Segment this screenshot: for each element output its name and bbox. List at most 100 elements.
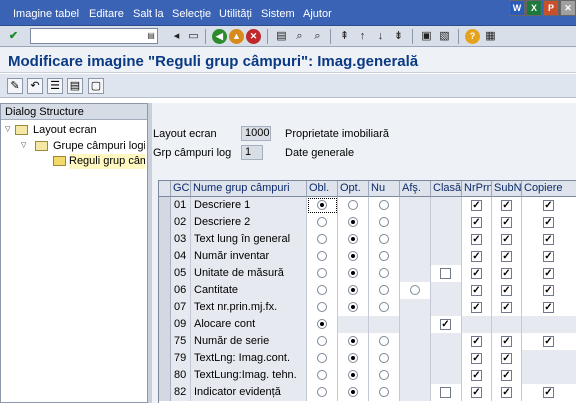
close-icon[interactable]: ✕: [560, 0, 576, 16]
obl-radio[interactable]: [317, 217, 327, 227]
column-name-header[interactable]: Nume grup câmpuri: [191, 181, 307, 197]
obl-radio[interactable]: [317, 319, 327, 329]
powerpoint-icon[interactable]: P: [543, 0, 559, 16]
row-selector[interactable]: [159, 333, 171, 350]
nu-radio[interactable]: [379, 251, 389, 261]
subnr-checkbox[interactable]: ✓: [501, 302, 512, 313]
obl-radio[interactable]: [317, 285, 327, 295]
menu-sistem[interactable]: Sistem: [261, 8, 295, 20]
opt-radio[interactable]: [348, 285, 358, 295]
nrprn-checkbox[interactable]: ✓: [471, 217, 482, 228]
tree-item-layout-ecran[interactable]: ▽ Layout ecran: [5, 123, 145, 138]
command-history-icon[interactable]: ▤: [146, 30, 156, 42]
layout-settings-icon[interactable]: ▦: [483, 29, 498, 44]
back-icon[interactable]: ◀: [212, 29, 227, 44]
next-page-icon[interactable]: ↓: [373, 29, 388, 44]
subnr-checkbox[interactable]: ✓: [501, 336, 512, 347]
obl-radio[interactable]: [317, 234, 327, 244]
clasa-checkbox[interactable]: ✓: [440, 319, 451, 330]
save-icon[interactable]: ▭: [186, 29, 201, 44]
obl-radio[interactable]: [317, 251, 327, 261]
copiere-checkbox[interactable]: ✓: [543, 387, 554, 398]
subnr-checkbox[interactable]: ✓: [501, 387, 512, 398]
menu-ajutor[interactable]: Ajutor: [303, 8, 332, 20]
column-opt-header[interactable]: Opt.: [338, 181, 369, 197]
nrprn-checkbox[interactable]: ✓: [471, 234, 482, 245]
copiere-checkbox[interactable]: ✓: [543, 217, 554, 228]
obl-radio[interactable]: [317, 200, 327, 210]
opt-radio[interactable]: [348, 302, 358, 312]
copiere-checkbox[interactable]: ✓: [543, 302, 554, 313]
nrprn-checkbox[interactable]: ✓: [471, 353, 482, 364]
display-change-icon[interactable]: ✎: [7, 78, 23, 94]
opt-radio[interactable]: [348, 268, 358, 278]
exit-icon[interactable]: ▲: [229, 29, 244, 44]
subnr-checkbox[interactable]: ✓: [501, 200, 512, 211]
previous-page-icon[interactable]: ↑: [355, 29, 370, 44]
nu-radio[interactable]: [379, 387, 389, 397]
row-selector[interactable]: [159, 265, 171, 282]
help-icon[interactable]: ?: [465, 29, 480, 44]
clasa-checkbox[interactable]: [440, 387, 451, 398]
menu-imagine-tabel[interactable]: Imagine tabel: [13, 8, 79, 20]
subnr-checkbox[interactable]: ✓: [501, 285, 512, 296]
obl-radio[interactable]: [317, 268, 327, 278]
row-selector[interactable]: [159, 367, 171, 384]
opt-radio[interactable]: [348, 217, 358, 227]
nrprn-checkbox[interactable]: ✓: [471, 387, 482, 398]
opt-radio[interactable]: [348, 353, 358, 363]
new-session-icon[interactable]: ▣: [419, 29, 434, 44]
column-afs-header[interactable]: Afş.: [400, 181, 431, 197]
nrprn-checkbox[interactable]: ✓: [471, 200, 482, 211]
opt-radio[interactable]: [348, 234, 358, 244]
nu-radio[interactable]: [379, 353, 389, 363]
copiere-checkbox[interactable]: ✓: [543, 336, 554, 347]
menu-utilitati[interactable]: Utilități: [219, 8, 252, 20]
subnr-checkbox[interactable]: ✓: [501, 370, 512, 381]
afs-radio[interactable]: [410, 285, 420, 295]
row-selector[interactable]: [159, 299, 171, 316]
copiere-checkbox[interactable]: ✓: [543, 200, 554, 211]
layout-ecran-field[interactable]: 1000: [241, 126, 271, 141]
collapse-icon[interactable]: ▽: [21, 142, 29, 149]
shortcut-icon[interactable]: ▧: [437, 29, 452, 44]
row-selector[interactable]: [159, 282, 171, 299]
row-selector[interactable]: [159, 316, 171, 333]
command-field[interactable]: ▤: [30, 28, 158, 44]
column-obl-header[interactable]: Obl.: [307, 181, 338, 197]
row-selector[interactable]: [159, 197, 171, 214]
excel-icon[interactable]: X: [526, 0, 542, 16]
column-nu-header[interactable]: Nu: [369, 181, 400, 197]
obl-radio[interactable]: [317, 302, 327, 312]
subnr-checkbox[interactable]: ✓: [501, 268, 512, 279]
nrprn-checkbox[interactable]: ✓: [471, 251, 482, 262]
nu-radio[interactable]: [379, 285, 389, 295]
deselect-all-icon[interactable]: ▢: [88, 78, 104, 94]
nu-radio[interactable]: [379, 268, 389, 278]
nrprn-checkbox[interactable]: ✓: [471, 268, 482, 279]
column-clasa-header[interactable]: Clasă: [431, 181, 462, 197]
collapse-icon[interactable]: ▽: [5, 126, 13, 133]
column-gc-header[interactable]: GC: [171, 181, 191, 197]
menu-editare[interactable]: Editare: [89, 8, 124, 20]
column-subnr-header[interactable]: SubNr: [492, 181, 522, 197]
print-icon[interactable]: ▤: [274, 29, 289, 44]
nrprn-checkbox[interactable]: ✓: [471, 285, 482, 296]
obl-radio[interactable]: [317, 370, 327, 380]
nrprn-checkbox[interactable]: ✓: [471, 336, 482, 347]
enter-check-icon[interactable]: ✔: [6, 29, 21, 44]
nu-radio[interactable]: [379, 217, 389, 227]
menu-salt-la[interactable]: Salt la: [133, 8, 164, 20]
nu-radio[interactable]: [379, 336, 389, 346]
row-selector[interactable]: [159, 350, 171, 367]
cancel-icon[interactable]: ✕: [246, 29, 261, 44]
last-page-icon[interactable]: ⇟: [391, 29, 406, 44]
copiere-checkbox[interactable]: ✓: [543, 285, 554, 296]
copiere-checkbox[interactable]: ✓: [543, 268, 554, 279]
row-selector[interactable]: [159, 231, 171, 248]
row-selector[interactable]: [159, 248, 171, 265]
grp-campuri-log-field[interactable]: 1: [241, 145, 263, 160]
nrprn-checkbox[interactable]: ✓: [471, 370, 482, 381]
nu-radio[interactable]: [379, 370, 389, 380]
subnr-checkbox[interactable]: ✓: [501, 251, 512, 262]
